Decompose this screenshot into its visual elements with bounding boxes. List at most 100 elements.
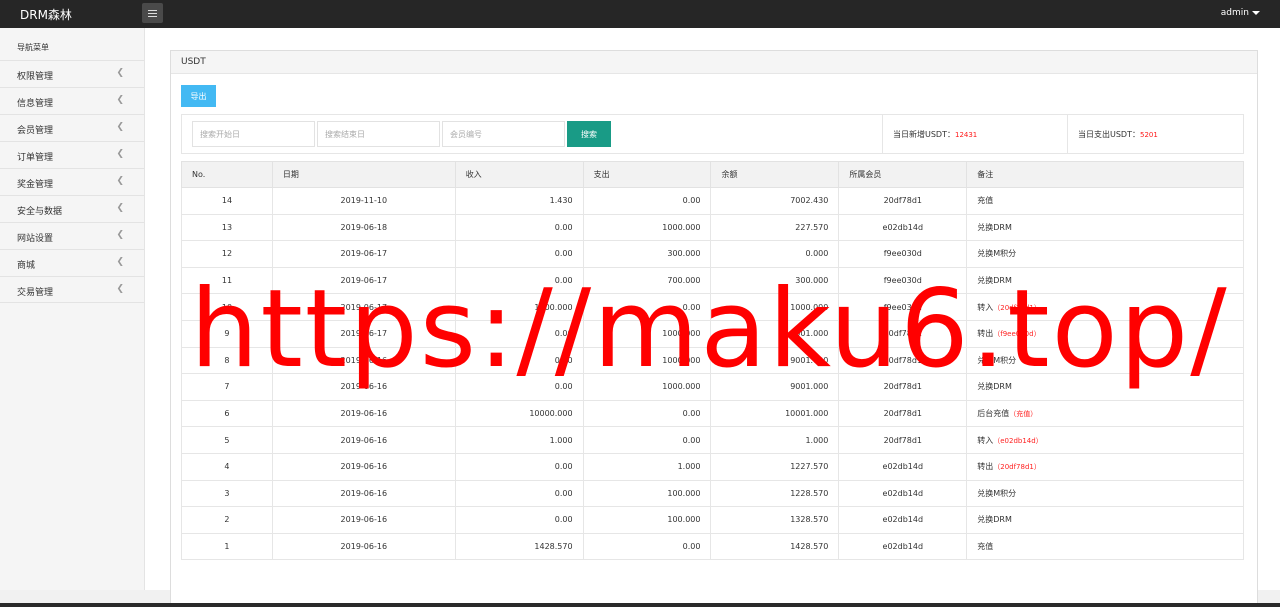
cell-date: 2019-06-17 [271, 240, 456, 268]
cell-expense: 0.00 [582, 426, 712, 454]
cell-balance: 227.570 [710, 213, 840, 242]
cell-date: 2019-06-16 [271, 532, 456, 561]
daily-expense-value: 5201 [1139, 131, 1158, 139]
sidebar-item-bonus[interactable]: 奖金管理 ❮ [0, 168, 144, 195]
usdt-panel: USDT 导出 搜索 当日新增USDT：12431 当日支出USDT：5201 … [170, 50, 1258, 607]
chevron-left-icon: ❮ [116, 176, 124, 186]
panel-title: USDT [171, 51, 1257, 74]
cell-income: 1428.570 [454, 532, 584, 561]
cell-balance: 1227.570 [710, 452, 840, 481]
cell-remark: 兑换DRM [966, 373, 1244, 401]
cell-member: 20df78d1 [838, 319, 968, 348]
cell-member: 20df78d1 [838, 426, 968, 454]
cell-no: 3 [181, 479, 273, 508]
sidebar-item-label: 奖金管理 [17, 180, 54, 190]
brand-logo[interactable]: DRM森林 [20, 6, 72, 23]
member-id-input[interactable] [442, 121, 565, 147]
cell-expense: 0.00 [582, 532, 712, 561]
cell-no: 2 [181, 506, 273, 534]
cell-no: 5 [181, 426, 273, 454]
chevron-left-icon: ❮ [116, 149, 124, 159]
cell-member: 20df78d1 [838, 187, 968, 215]
caret-down-icon [1252, 10, 1260, 15]
search-button[interactable]: 搜索 [567, 121, 611, 147]
remark-text: 兑换M积分 [977, 249, 1017, 259]
sidebar-item-trading[interactable]: 交易管理 ❮ [0, 276, 144, 303]
chevron-left-icon: ❮ [116, 230, 124, 240]
cell-balance: 1000.000 [710, 293, 840, 321]
table-row: 11 2019-06-17 0.00 700.000 300.000 f9ee030d 兑换… [181, 266, 1244, 295]
cell-expense: 0.00 [582, 293, 712, 321]
cell-expense: 300.000 [582, 240, 712, 268]
top-navbar: DRM森林 admin [0, 0, 1280, 28]
user-menu[interactable]: admin [1221, 8, 1260, 18]
sidebar-item-label: 订单管理 [17, 153, 54, 163]
col-header-no: No. [181, 161, 273, 188]
cell-income: 0.00 [454, 346, 584, 375]
cell-income: 0.00 [454, 452, 584, 481]
cell-balance: 9001.000 [710, 373, 840, 401]
cell-member: f9ee030d [838, 240, 968, 268]
remark-text: 兑换DRM [977, 515, 1012, 525]
table-row: 9 2019-06-17 0.00 1000.000 8001.000 20df78d1 转… [181, 319, 1244, 348]
sidebar-item-permissions[interactable]: 权限管理 ❮ [0, 60, 144, 87]
daily-expense-label: 当日支出USDT： [1078, 130, 1140, 139]
cell-expense: 700.000 [582, 266, 712, 295]
table-row: 14 2019-11-10 1.430 0.00 7002.430 20df78d1 充值 [181, 187, 1244, 215]
chevron-left-icon: ❮ [116, 122, 124, 132]
remark-tag: （20df78d1） [993, 463, 1041, 472]
table-row: 4 2019-06-16 0.00 1.000 1227.570 e02db14d 转出（2… [181, 452, 1244, 481]
sidebar-item-security[interactable]: 安全与数据 ❮ [0, 195, 144, 222]
cell-no: 10 [181, 293, 273, 321]
cell-member: f9ee030d [838, 293, 968, 321]
cell-no: 13 [181, 213, 273, 242]
remark-text: 兑换M积分 [977, 355, 1017, 365]
cell-date: 2019-06-17 [271, 319, 456, 348]
sidebar-item-mall[interactable]: 商城 ❮ [0, 249, 144, 276]
remark-text: 转入 [977, 435, 994, 445]
table-row: 13 2019-06-18 0.00 1000.000 227.570 e02db14d 兑… [181, 213, 1244, 242]
cell-member: 20df78d1 [838, 399, 968, 428]
col-header-income: 收入 [454, 161, 584, 188]
cell-income: 0.00 [454, 213, 584, 242]
sidebar-item-info[interactable]: 信息管理 ❮ [0, 87, 144, 114]
cell-remark: 充值 [966, 187, 1244, 215]
cell-no: 6 [181, 399, 273, 428]
chevron-left-icon: ❮ [116, 284, 124, 294]
cell-date: 2019-06-17 [271, 266, 456, 295]
cell-remark: 兑换DRM [966, 213, 1244, 242]
col-header-remark: 备注 [966, 161, 1244, 188]
export-button[interactable]: 导出 [181, 85, 216, 107]
cell-income: 0.00 [454, 266, 584, 295]
remark-tag: （e02db14d） [993, 436, 1043, 445]
table-row: 8 2019-06-16 0.00 1000.000 9001.000 20df78d1 兑… [181, 346, 1244, 375]
remark-text: 充值 [977, 196, 994, 206]
cell-remark: 转出（20df78d1） [966, 452, 1244, 481]
cell-remark: 转入（e02db14d） [966, 426, 1244, 454]
remark-text: 兑换DRM [977, 382, 1012, 392]
menu-toggle-icon[interactable] [142, 3, 163, 23]
cell-date: 2019-06-16 [271, 479, 456, 508]
cell-expense: 1000.000 [582, 319, 712, 348]
cell-member: e02db14d [838, 213, 968, 242]
cell-expense: 1000.000 [582, 213, 712, 242]
col-header-member: 所属会员 [838, 161, 968, 188]
cell-expense: 100.000 [582, 479, 712, 508]
daily-income-value: 12431 [954, 131, 978, 139]
sidebar-item-label: 信息管理 [17, 99, 54, 109]
cell-member: 20df78d1 [838, 373, 968, 401]
cell-remark: 充值 [966, 532, 1244, 561]
cell-balance: 10001.000 [710, 399, 840, 428]
cell-balance: 9001.000 [710, 346, 840, 375]
cell-remark: 兑换M积分 [966, 240, 1244, 268]
sidebar-item-members[interactable]: 会员管理 ❮ [0, 114, 144, 141]
cell-balance: 7002.430 [710, 187, 840, 215]
cell-member: e02db14d [838, 479, 968, 508]
sidebar-item-site-settings[interactable]: 网站设置 ❮ [0, 222, 144, 249]
table-header-row: No. 日期 收入 支出 余额 所属会员 备注 [181, 161, 1244, 188]
daily-income-stat: 当日新增USDT：12431 [882, 115, 1067, 153]
start-date-input[interactable] [192, 121, 315, 147]
cell-income: 10000.000 [454, 399, 584, 428]
sidebar-item-orders[interactable]: 订单管理 ❮ [0, 141, 144, 168]
end-date-input[interactable] [317, 121, 440, 147]
